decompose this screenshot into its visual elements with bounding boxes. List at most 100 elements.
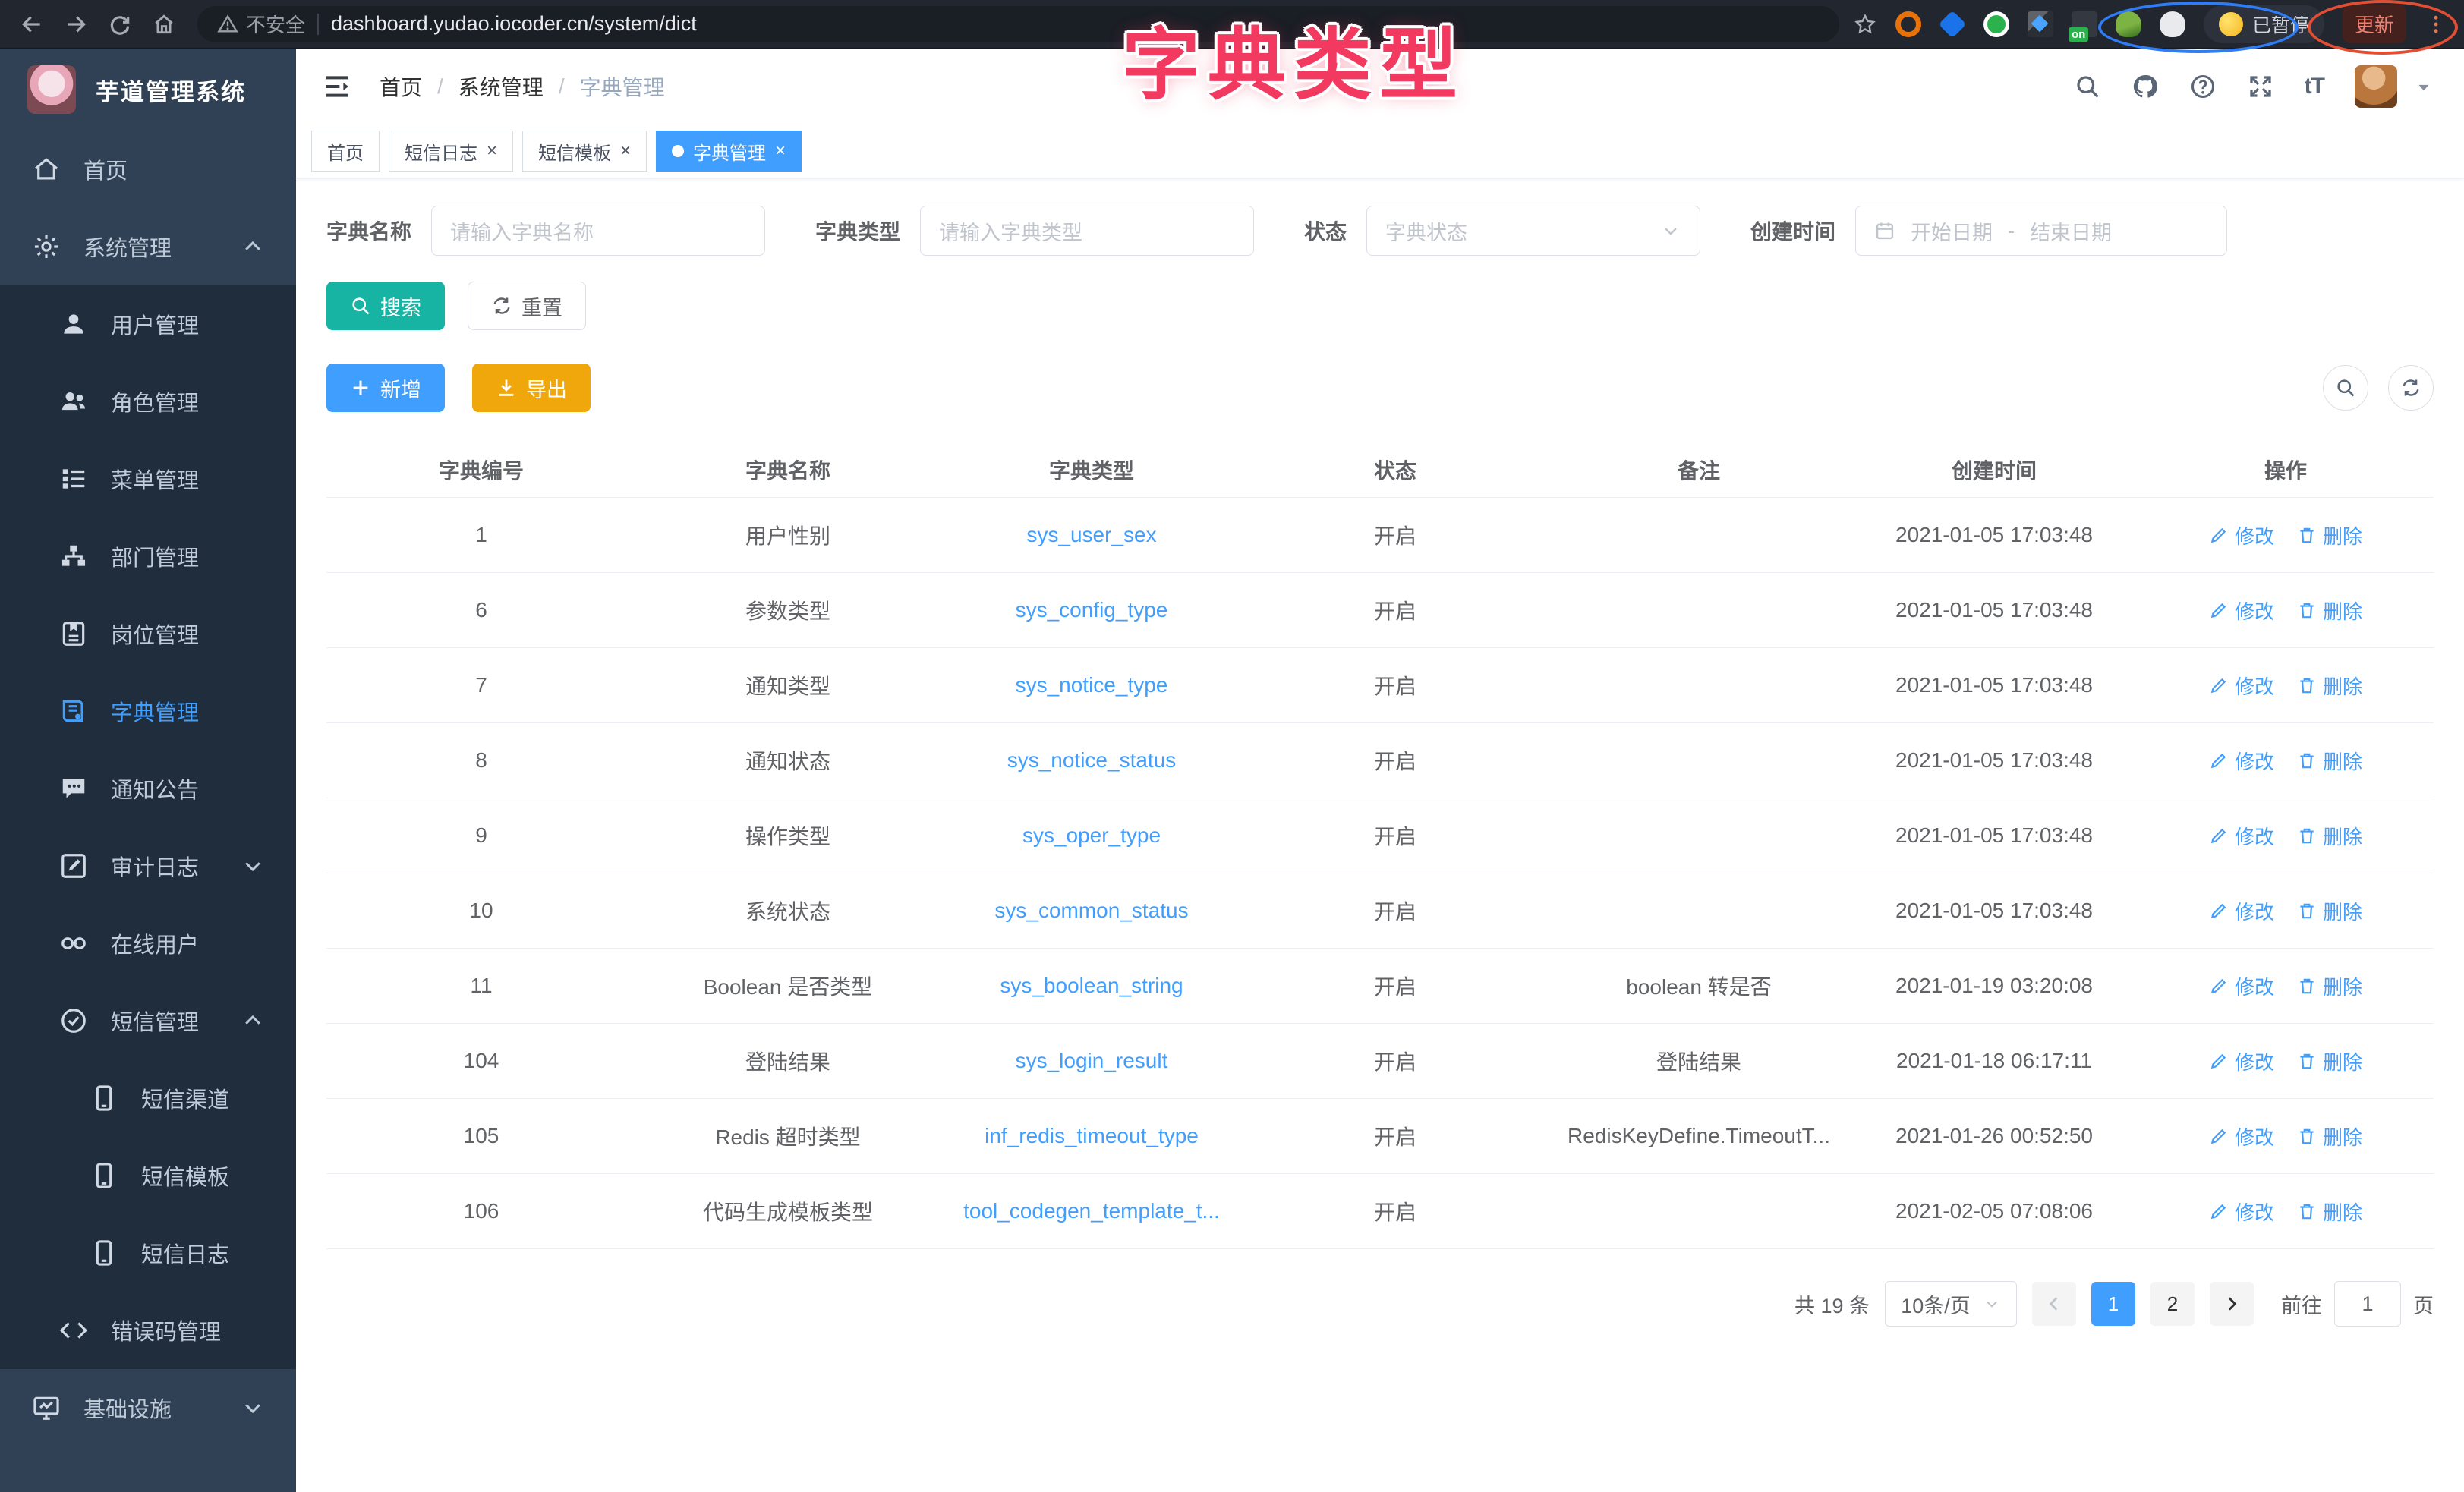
sidebar-fold-icon[interactable]	[322, 71, 352, 102]
tag-sms-log[interactable]: 短信日志 ×	[389, 131, 513, 172]
edit-button[interactable]: 修改	[2209, 672, 2274, 700]
extension-icon-1[interactable]	[1895, 11, 1921, 37]
delete-button[interactable]: 删除	[2297, 1122, 2362, 1150]
browser-forward-icon[interactable]	[56, 6, 96, 42]
delete-button[interactable]: 删除	[2297, 822, 2362, 850]
close-icon[interactable]: ×	[775, 140, 786, 162]
tag-sms-template[interactable]: 短信模板 ×	[522, 131, 647, 172]
toggle-search-button[interactable]	[2323, 365, 2368, 411]
breadcrumb-system[interactable]: 系统管理	[458, 71, 544, 102]
dict-name-label: 字典名称	[326, 216, 411, 246]
dict-type-link[interactable]: inf_redis_timeout_type	[940, 1124, 1243, 1148]
fullscreen-icon[interactable]	[2247, 73, 2274, 100]
edit-button[interactable]: 修改	[2209, 596, 2274, 625]
status-select[interactable]: 字典状态	[1366, 206, 1700, 256]
reset-button[interactable]: 重置	[468, 282, 586, 330]
edit-button[interactable]: 修改	[2209, 972, 2274, 1000]
sidebar-item-users[interactable]: 用户管理	[0, 285, 296, 363]
dict-type-link[interactable]: sys_oper_type	[940, 823, 1243, 848]
dict-type-link[interactable]: sys_notice_type	[940, 673, 1243, 697]
browser-back-icon[interactable]	[12, 6, 52, 42]
delete-button[interactable]: 删除	[2297, 972, 2362, 1000]
next-page-button[interactable]	[2210, 1282, 2254, 1326]
sidebar-item-system[interactable]: 系统管理	[0, 208, 296, 285]
sidebar-item-sms-channel[interactable]: 短信渠道	[0, 1059, 296, 1137]
extension-icon-6[interactable]	[2116, 11, 2141, 37]
prev-page-button[interactable]	[2032, 1282, 2076, 1326]
address-bar[interactable]: 不安全 dashboard.yudao.iocoder.cn/system/di…	[197, 6, 1839, 42]
delete-button[interactable]: 删除	[2297, 672, 2362, 700]
browser-update-button[interactable]: 更新	[2343, 5, 2406, 43]
refresh-table-button[interactable]	[2388, 365, 2434, 411]
github-icon[interactable]	[2132, 73, 2159, 100]
edit-button[interactable]: 修改	[2209, 1047, 2274, 1075]
dict-type-link[interactable]: sys_login_result	[940, 1049, 1243, 1073]
sidebar-item-posts[interactable]: 岗位管理	[0, 595, 296, 672]
sidebar-item-departments[interactable]: 部门管理	[0, 518, 296, 595]
delete-button[interactable]: 删除	[2297, 596, 2362, 625]
page-button-1[interactable]: 1	[2091, 1282, 2135, 1326]
sidebar-item-sms-log[interactable]: 短信日志	[0, 1214, 296, 1292]
edit-button[interactable]: 修改	[2209, 1198, 2274, 1226]
sidebar-item-dict[interactable]: 字典管理	[0, 672, 296, 750]
dict-type-link[interactable]: sys_user_sex	[940, 523, 1243, 547]
close-icon[interactable]: ×	[620, 140, 631, 162]
sidebar-item-error-code[interactable]: 错误码管理	[0, 1292, 296, 1369]
dict-type-link[interactable]: sys_boolean_string	[940, 974, 1243, 998]
dict-type-link[interactable]: sys_common_status	[940, 899, 1243, 923]
browser-home-icon[interactable]	[144, 6, 184, 42]
export-button[interactable]: 导出	[472, 364, 591, 412]
extension-icon-3[interactable]	[1983, 11, 2009, 37]
edit-button[interactable]: 修改	[2209, 1122, 2274, 1150]
extension-icon-2[interactable]	[1939, 11, 1965, 37]
dict-type-link[interactable]: tool_codegen_template_t...	[940, 1199, 1243, 1223]
delete-button[interactable]: 删除	[2297, 747, 2362, 775]
browser-reload-icon[interactable]	[100, 6, 140, 42]
dict-type-link[interactable]: sys_notice_status	[940, 748, 1243, 773]
sidebar-item-infrastructure[interactable]: 基础设施	[0, 1369, 296, 1446]
sidebar-item-audit-log[interactable]: 审计日志	[0, 827, 296, 905]
search-icon[interactable]	[2074, 73, 2101, 100]
sidebar-item-sms[interactable]: 短信管理	[0, 982, 296, 1059]
delete-button[interactable]: 删除	[2297, 1198, 2362, 1226]
app-logo-row[interactable]: 芋道管理系统	[0, 49, 296, 131]
sidebar-item-sms-template[interactable]: 短信模板	[0, 1137, 296, 1214]
font-size-icon[interactable]: tT	[2305, 74, 2324, 99]
edit-button[interactable]: 修改	[2209, 897, 2274, 925]
page-size-select[interactable]: 10条/页	[1885, 1281, 2017, 1327]
dict-name-input[interactable]: 请输入字典名称	[431, 206, 765, 256]
dict-type-input[interactable]: 请输入字典类型	[920, 206, 1254, 256]
close-icon[interactable]: ×	[487, 140, 497, 162]
bookmark-star-icon[interactable]	[1853, 12, 1877, 36]
table-row: 104 登陆结果 sys_login_result 开启 登陆结果 2021-0…	[326, 1024, 2434, 1099]
extension-icon-4[interactable]	[2028, 11, 2053, 37]
sidebar-item-announcement[interactable]: 通知公告	[0, 750, 296, 827]
goto-page-input[interactable]: 1	[2334, 1281, 2401, 1327]
extension-icon-7[interactable]	[2160, 11, 2185, 37]
add-button[interactable]: 新增	[326, 364, 445, 412]
page-button-2[interactable]: 2	[2150, 1282, 2195, 1326]
help-icon[interactable]	[2189, 73, 2217, 100]
extension-paused-pill[interactable]: 已暂停	[2204, 5, 2324, 43]
extension-icon-5[interactable]: on	[2072, 11, 2097, 37]
tag-home[interactable]: 首页	[311, 131, 380, 172]
sidebar-item-menus[interactable]: 菜单管理	[0, 440, 296, 518]
sidebar-item-home[interactable]: 首页	[0, 131, 296, 208]
date-range-picker[interactable]: 开始日期 - 结束日期	[1855, 206, 2227, 256]
delete-button[interactable]: 删除	[2297, 897, 2362, 925]
sidebar-item-online-users[interactable]: 在线用户	[0, 905, 296, 982]
browser-menu-icon[interactable]	[2425, 13, 2447, 36]
delete-button[interactable]: 删除	[2297, 1047, 2362, 1075]
sidebar-item-roles[interactable]: 角色管理	[0, 363, 296, 440]
edit-button[interactable]: 修改	[2209, 747, 2274, 775]
not-secure-warning[interactable]: 不安全	[217, 10, 305, 38]
edit-button[interactable]: 修改	[2209, 521, 2274, 549]
delete-button[interactable]: 删除	[2297, 521, 2362, 549]
tag-dict[interactable]: 字典管理 ×	[656, 131, 802, 172]
search-button[interactable]: 搜索	[326, 282, 445, 330]
dict-type-link[interactable]: sys_config_type	[940, 598, 1243, 622]
user-avatar[interactable]	[2355, 65, 2397, 108]
breadcrumb-home[interactable]: 首页	[380, 71, 422, 102]
edit-button[interactable]: 修改	[2209, 822, 2274, 850]
avatar-caret-icon[interactable]	[2414, 77, 2434, 96]
